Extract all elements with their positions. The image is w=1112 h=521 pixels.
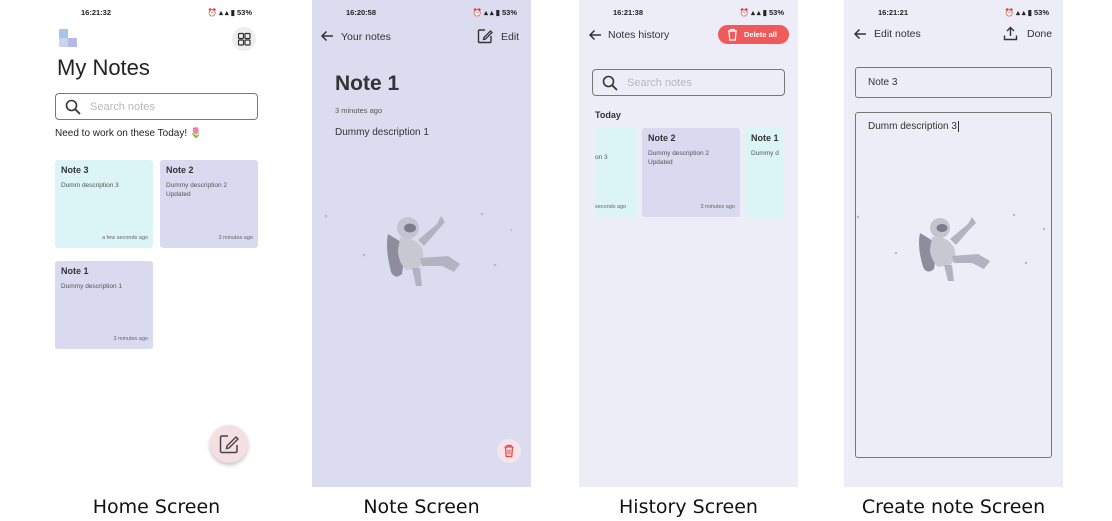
note-card-time: 3 minutes ago — [113, 336, 148, 342]
history-card-time: seconds ago — [595, 204, 627, 210]
search-placeholder: Search notes — [627, 76, 692, 89]
note-card-title: Note 1 — [61, 266, 89, 276]
status-icons: ⏰ ▴ ▴ ▮ 53% — [1004, 8, 1049, 17]
delete-all-button[interactable]: Delete all — [718, 25, 789, 44]
back-label[interactable]: Notes history — [608, 29, 669, 41]
note-description: Dummy description 1 — [335, 127, 429, 138]
astronaut-illustration — [322, 200, 512, 300]
title-field-value: Note 3 — [868, 77, 898, 88]
note-time: 3 minutes ago — [335, 106, 383, 115]
create-caption: Create note Screen — [861, 496, 1046, 518]
history-card-time: 3 minutes ago — [700, 204, 735, 210]
status-bar: 16:21:21 ⏰ ▴ ▴ ▮ 53% — [844, 8, 1063, 20]
note-title: Note 1 — [335, 72, 400, 95]
reminder-text: Need to work on these Today! 🌷 — [55, 128, 203, 139]
history-card-description: on 3 — [595, 154, 608, 161]
search-icon — [65, 99, 81, 115]
grid-icon — [237, 32, 251, 46]
status-bar: 16:21:32 ⏰ ▴ ▴ ▮ 53% — [47, 8, 266, 20]
history-card[interactable]: on 3 seconds ago — [595, 128, 637, 217]
note-card-description: Dummy description 2 Updated — [166, 182, 228, 198]
home-caption: Home Screen — [92, 496, 221, 518]
edit-button[interactable]: Edit — [501, 31, 519, 43]
description-field[interactable]: Dumm description 3 — [855, 112, 1052, 458]
astronaut-illustration — [856, 203, 1046, 293]
arrow-left-icon — [320, 30, 333, 42]
note-card-title: Note 3 — [61, 165, 89, 175]
back-button[interactable] — [588, 28, 602, 42]
status-time: 16:21:32 — [81, 8, 112, 17]
home-screen: 16:21:32 ⏰ ▴ ▴ ▮ 53% My Notes Search not… — [47, 0, 266, 487]
history-card[interactable]: Note 1 Dummy d — [745, 128, 783, 217]
status-icons: ⏰ ▴ ▴ ▮ 53% — [472, 8, 517, 17]
history-card-description: Dummy description 2 Updated — [648, 150, 710, 166]
done-button[interactable]: Done — [1027, 28, 1052, 40]
note-card-description: Dummy description 1 — [61, 283, 123, 290]
history-card-description: Dummy d — [751, 150, 779, 157]
section-label: Today — [595, 110, 621, 120]
status-time: 16:21:38 — [613, 8, 644, 17]
note-caption: Note Screen — [363, 496, 480, 518]
title-field[interactable]: Note 3 — [855, 67, 1052, 98]
note-card-title: Note 2 — [166, 165, 194, 175]
upload-icon[interactable] — [1003, 26, 1018, 41]
new-note-button[interactable] — [210, 425, 248, 463]
edit-icon[interactable] — [477, 28, 493, 44]
history-caption: History Screen — [619, 496, 758, 518]
note-card-time: a few seconds ago — [102, 235, 148, 241]
arrow-left-icon — [588, 29, 601, 41]
status-bar: 16:20:58 ⏰ ▴ ▴ ▮ 53% — [312, 8, 531, 20]
note-card-time: 3 minutes ago — [218, 235, 253, 241]
status-bar: 16:21:38 ⏰ ▴ ▴ ▮ 53% — [579, 8, 798, 20]
battery-level: 53% — [1033, 8, 1049, 17]
sprout-icon: 🌷 — [189, 128, 203, 139]
search-input[interactable]: Search notes — [55, 93, 258, 120]
back-button[interactable] — [853, 27, 867, 41]
note-card-description: Dumm description 3 — [61, 182, 119, 189]
back-button[interactable] — [320, 29, 334, 43]
status-time: 16:20:58 — [346, 8, 377, 17]
arrow-left-icon — [853, 28, 866, 40]
note-card[interactable]: Note 1 Dummy description 1 3 minutes ago — [55, 261, 153, 349]
back-label[interactable]: Edit notes — [874, 28, 921, 40]
text-cursor — [957, 121, 959, 132]
note-card[interactable]: Note 3 Dumm description 3 a few seconds … — [55, 160, 153, 248]
history-card-title: Note 2 — [648, 133, 676, 143]
create-screen: 16:21:21 ⏰ ▴ ▴ ▮ 53% Edit notes Done Not… — [844, 0, 1063, 487]
note-screen: 16:20:58 ⏰ ▴ ▴ ▮ 53% Your notes Edit Not… — [312, 0, 531, 487]
status-time: 16:21:21 — [878, 8, 909, 17]
search-placeholder: Search notes — [90, 100, 155, 113]
battery-level: 53% — [501, 8, 517, 17]
search-icon — [602, 75, 618, 91]
page-title: My Notes — [57, 55, 150, 80]
search-input[interactable]: Search notes — [592, 69, 785, 96]
compose-icon — [219, 435, 239, 454]
battery-level: 53% — [768, 8, 784, 17]
status-icons: ⏰ ▴ ▴ ▮ 53% — [739, 8, 784, 17]
history-carousel[interactable]: on 3 seconds ago Note 2 Dummy descriptio… — [595, 128, 783, 218]
history-card[interactable]: Note 2 Dummy description 2 Updated 3 min… — [642, 128, 740, 217]
description-field-value: Dumm description 3 — [868, 121, 959, 132]
status-icons: ⏰ ▴ ▴ ▮ 53% — [207, 8, 252, 17]
grid-view-button[interactable] — [232, 27, 256, 51]
trash-icon — [504, 444, 514, 458]
battery-level: 53% — [236, 8, 252, 17]
history-screen: 16:21:38 ⏰ ▴ ▴ ▮ 53% Notes history Delet… — [579, 0, 798, 487]
delete-note-button[interactable] — [497, 439, 521, 463]
history-card-title: Note 1 — [751, 133, 779, 143]
trash-icon — [726, 28, 739, 41]
back-label[interactable]: Your notes — [341, 31, 391, 43]
app-logo-icon — [59, 29, 79, 49]
delete-all-label: Delete all — [744, 30, 777, 39]
note-card[interactable]: Note 2 Dummy description 2 Updated 3 min… — [160, 160, 258, 248]
